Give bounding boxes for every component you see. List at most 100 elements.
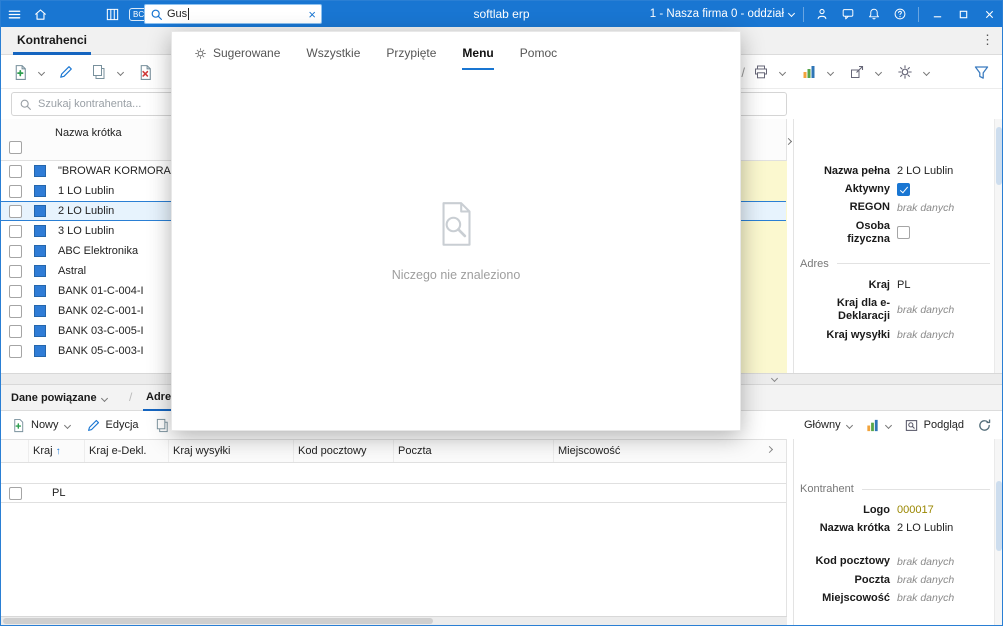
search-icon [151,9,162,20]
minimize-button[interactable] [924,1,950,27]
row-color-indicator [34,185,46,197]
preview-button[interactable]: Podgląd [904,418,964,433]
sort-asc-icon: ↑ [55,445,61,457]
help-icon[interactable] [887,1,913,27]
related-edit-button[interactable]: Edycja [86,418,139,433]
column-header-miejscowosc[interactable]: Miejscowość [554,440,786,462]
row-checkbox[interactable] [9,344,22,358]
row-checkbox[interactable] [9,204,22,218]
copy-record-dropdown-icon[interactable] [116,68,125,76]
notifications-bell-icon[interactable] [861,1,887,27]
chart-button[interactable] [798,59,820,85]
global-search-input[interactable]: Gus × [144,4,322,24]
row-name: "BROWAR KORMORAN [58,165,179,177]
field-value: 2 LO Lublin [897,165,954,177]
view-selector-glowny[interactable]: Główny [803,419,853,431]
related-data-dropdown[interactable]: Dane powiązane [11,385,108,411]
row-name: 2 LO Lublin [58,205,115,217]
row-name: BANK 01-C-004-I [58,285,144,297]
row-checkbox[interactable] [9,264,22,278]
row-checkbox[interactable] [9,244,22,258]
tab-przypiete[interactable]: Przypięte [386,46,436,70]
row-checkbox[interactable] [9,304,22,318]
new-record-dropdown-icon[interactable] [37,68,46,76]
horizontal-scrollbar[interactable] [1,616,787,625]
new-record-button[interactable] [9,59,31,85]
column-header-nazwa-krotka[interactable]: Nazwa krótka [55,127,122,139]
row-name: BANK 03-C-005-I [58,325,144,337]
splitter-collapse-icon[interactable] [770,374,779,383]
search-icon [20,99,31,110]
app-window: BC Gus × softlab erp 1 - Nasza firma 0 -… [0,0,1003,626]
no-results-icon [442,202,471,246]
settings-gear-icon[interactable] [894,59,916,85]
tab-sugerowane[interactable]: Sugerowane [194,46,280,70]
chart-dropdown-icon[interactable] [826,68,835,76]
row-name: Astral [58,265,87,277]
row-checkbox[interactable] [9,224,22,238]
section-header-kontrahent: Kontrahent [800,483,990,495]
summary-scrollbar[interactable] [994,439,1002,625]
field-label: Nazwa krótka [819,522,890,535]
related-new-button[interactable]: Nowy [11,418,71,433]
cell-kraj: PL [52,487,66,499]
delete-record-button[interactable] [134,59,156,85]
row-name: BANK 02-C-001-I [58,305,144,317]
menu-icon[interactable] [1,1,27,27]
close-button[interactable] [976,1,1002,27]
tab-pomoc[interactable]: Pomoc [520,46,557,70]
field-value: brak danych [897,592,955,605]
print-dropdown-icon[interactable] [778,68,787,76]
clear-search-icon[interactable]: × [308,8,316,21]
row-color-indicator [34,165,46,177]
export-dropdown-icon[interactable] [874,68,883,76]
tab-menu[interactable]: Menu [462,46,494,70]
related-data-label: Dane powiązane [11,392,97,404]
section-header-adres: Adres [800,258,990,270]
maximize-button[interactable] [950,1,976,27]
chat-icon[interactable] [835,1,861,27]
row-color-indicator [34,265,46,277]
top-bar: BC Gus × softlab erp 1 - Nasza firma 0 -… [1,1,1002,27]
row-checkbox[interactable] [9,184,22,198]
company-selector-label: 1 - Nasza firma 0 - oddział [649,8,784,20]
row-color-indicator [34,285,46,297]
company-selector[interactable]: 1 - Nasza firma 0 - oddział [649,8,796,20]
column-header-kraj[interactable]: Kraj ↑ [29,440,85,462]
checkbox-column-header[interactable] [1,440,29,462]
related-chart-button[interactable] [865,418,892,433]
address-row[interactable]: PL [1,483,786,503]
row-checkbox[interactable] [9,284,22,298]
settings-dropdown-icon[interactable] [922,68,931,76]
tab-kontrahenci[interactable]: Kontrahenci [13,27,92,55]
filter-funnel-icon[interactable] [970,59,992,85]
select-all-checkbox[interactable] [9,141,22,154]
view-selector-label: Główny [803,419,841,431]
field-label: Aktywny [844,183,890,196]
edit-record-button[interactable] [55,59,77,85]
more-options-icon[interactable]: ⋮ [977,32,998,48]
tab-wszystkie[interactable]: Wszystkie [306,46,360,70]
column-header-kraj-wysylki[interactable]: Kraj wysyłki [169,440,294,462]
home-icon[interactable] [27,1,53,27]
column-header-kod-pocztowy[interactable]: Kod pocztowy [294,440,394,462]
refresh-icon[interactable] [977,418,992,433]
divider [918,6,919,22]
copy-record-button[interactable] [88,59,110,85]
user-icon[interactable] [809,1,835,27]
aktywny-checkbox[interactable] [897,183,910,197]
tab-label: Pomoc [519,46,558,60]
related-copy-button[interactable] [155,418,170,433]
export-button[interactable] [846,59,868,85]
modules-grid-icon[interactable] [99,1,125,27]
row-checkbox[interactable] [9,486,22,500]
field-label: Kod pocztowy [815,555,890,568]
row-checkbox[interactable] [9,164,22,178]
details-scrollbar[interactable] [994,119,1002,373]
column-header-kraj-edekl[interactable]: Kraj e-Dekl. [85,440,169,462]
osoba-fizyczna-checkbox[interactable] [897,226,910,240]
divider [803,6,804,22]
row-checkbox[interactable] [9,324,22,338]
column-header-poczta[interactable]: Poczta [394,440,554,462]
print-button[interactable] [750,59,772,85]
